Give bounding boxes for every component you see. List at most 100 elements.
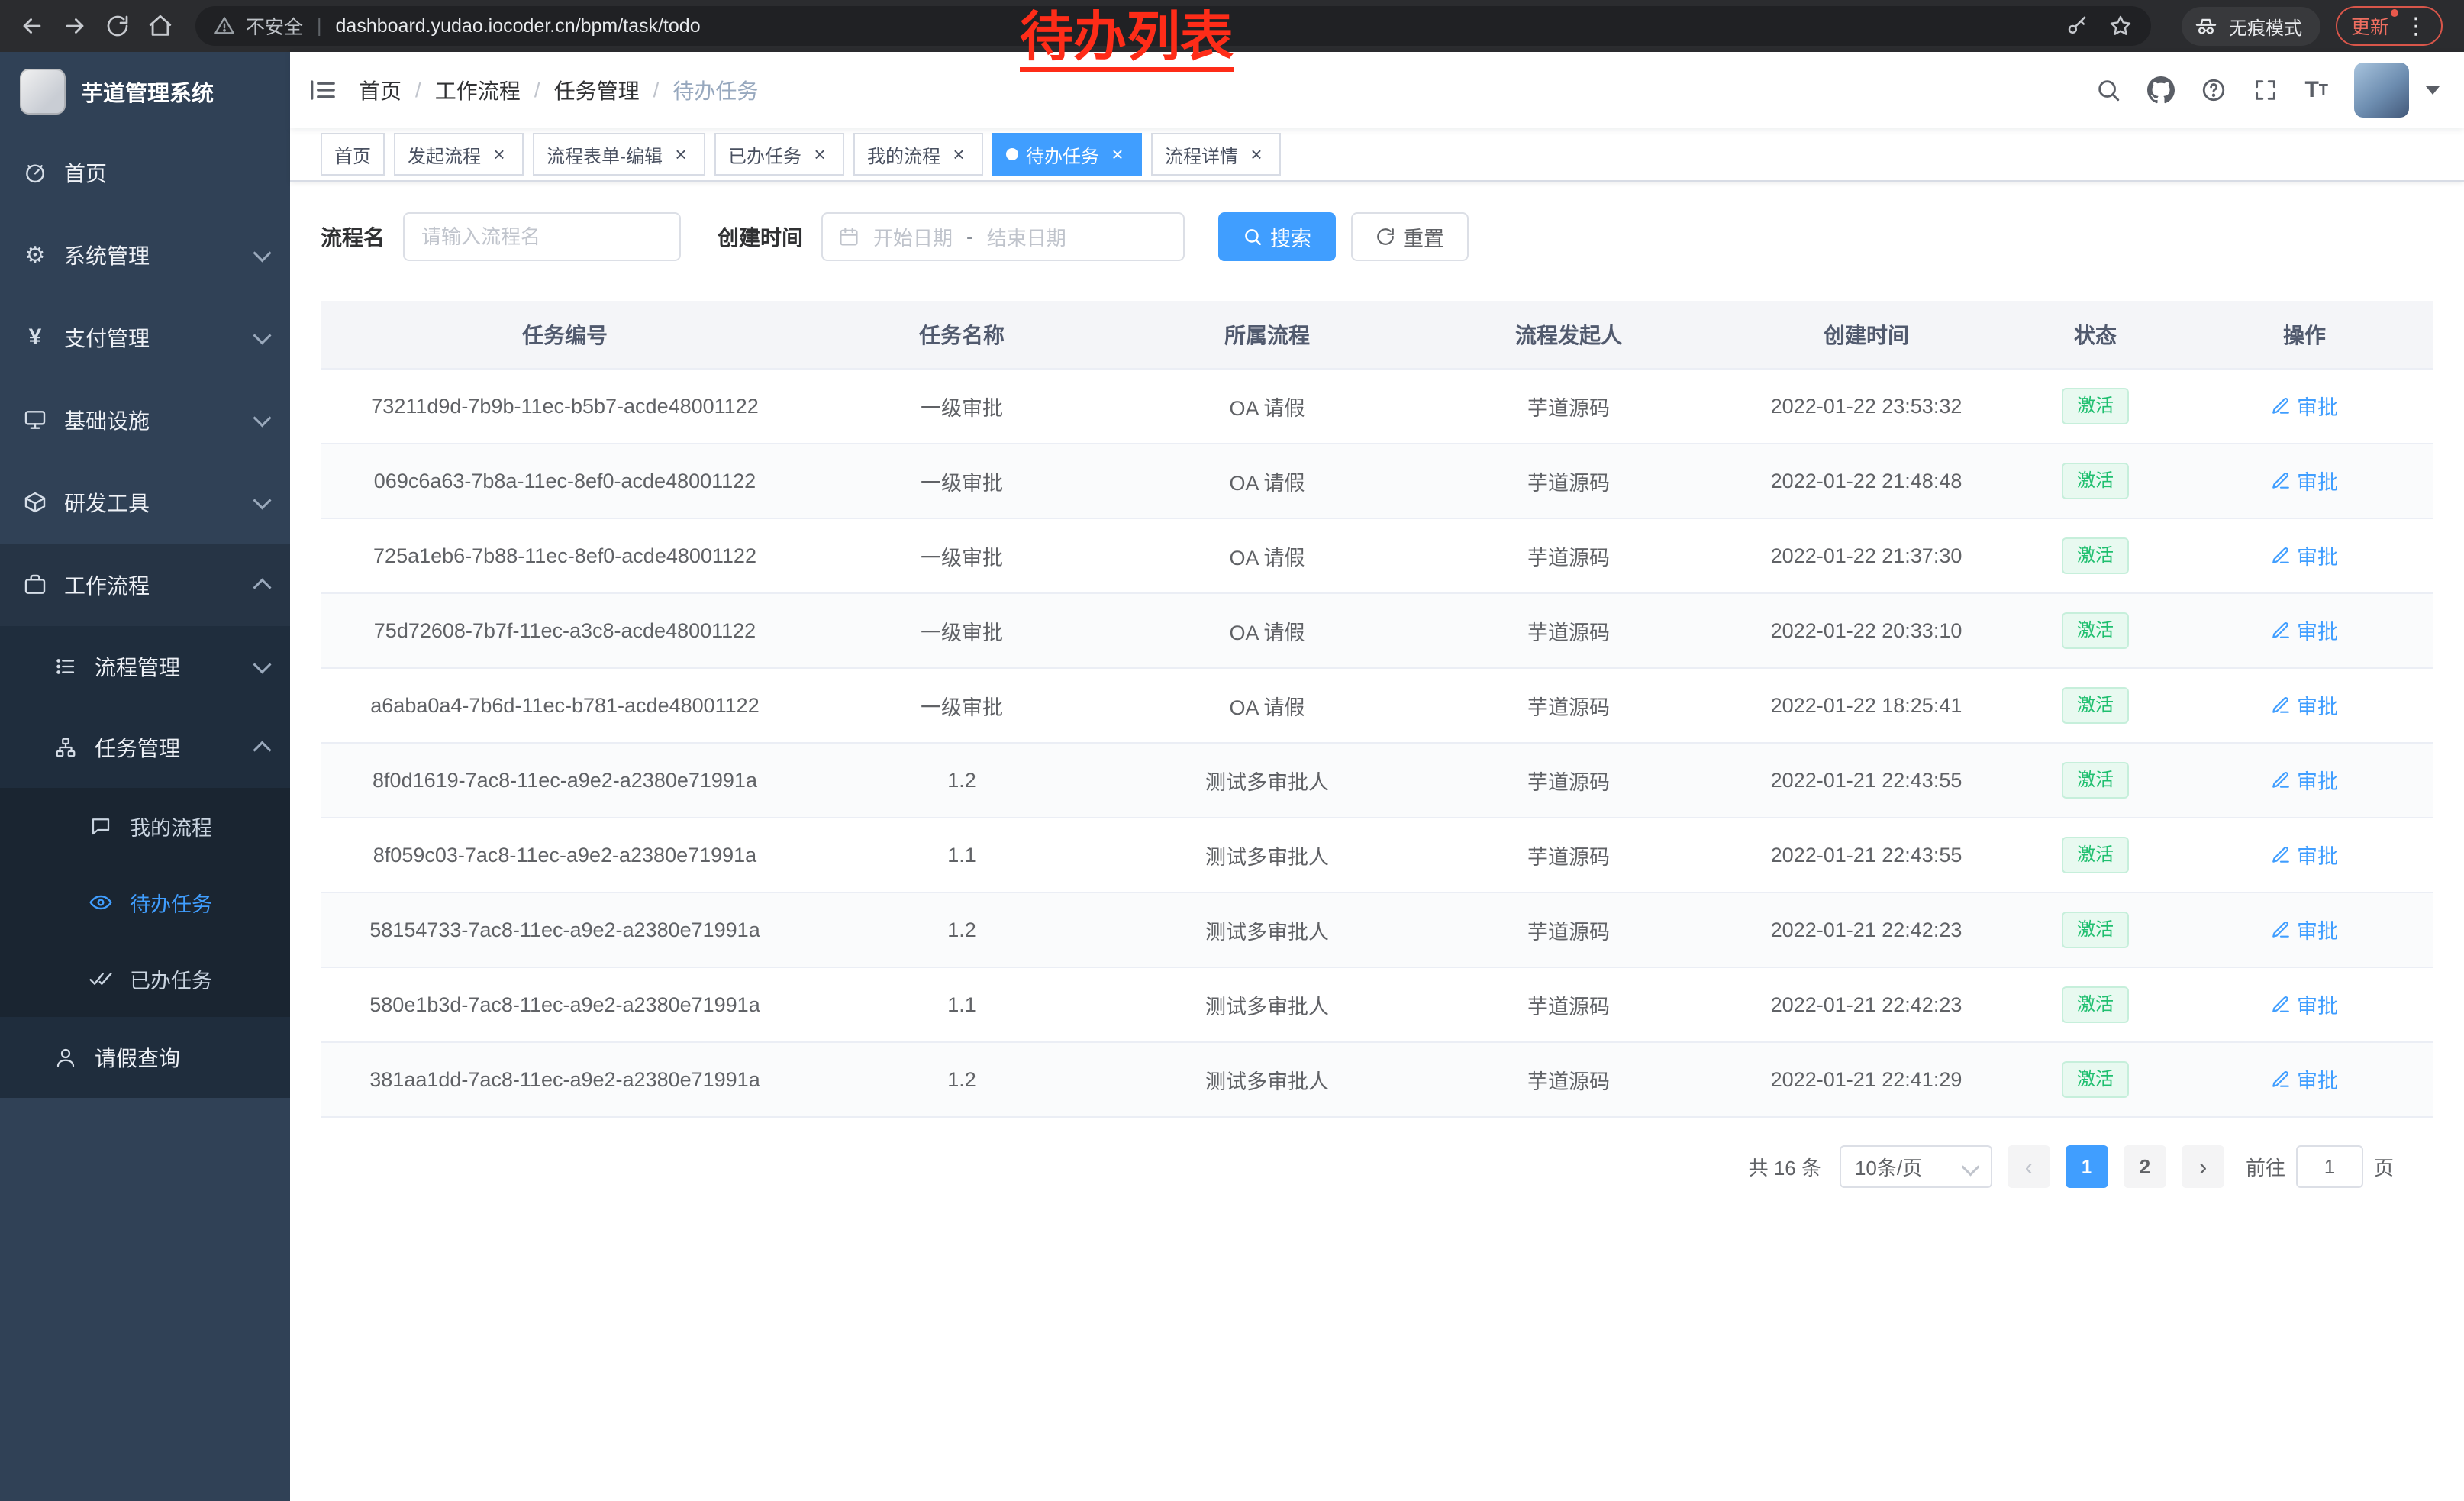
refresh-icon[interactable] [98, 6, 137, 46]
sidebar-item-system[interactable]: ⚙ 系统管理 [0, 214, 290, 296]
breadcrumb-item-home[interactable]: 首页 [359, 75, 402, 105]
process-name-label: 流程名 [321, 221, 385, 252]
sidebar-item-leave-query[interactable]: 请假查询 [0, 1017, 290, 1098]
tab-form-edit[interactable]: 流程表单-编辑 × [533, 133, 705, 176]
forward-icon[interactable] [55, 6, 95, 46]
sidebar-logo[interactable]: 芋道管理系统 [0, 52, 290, 131]
chevron-down-icon [253, 655, 271, 673]
incognito-icon [2194, 14, 2218, 38]
sidebar-item-devtools[interactable]: 研发工具 [0, 461, 290, 544]
close-icon[interactable]: × [948, 144, 969, 165]
cell-created: 2022-01-22 18:25:41 [1717, 668, 2015, 743]
sidebar-item-label: 研发工具 [64, 487, 150, 518]
github-icon[interactable] [2147, 76, 2175, 104]
approve-link[interactable]: 审批 [2271, 989, 2338, 1019]
sidebar-item-process-mgmt[interactable]: 流程管理 [0, 626, 290, 707]
page-button-1[interactable]: 1 [2066, 1145, 2108, 1188]
start-date-placeholder: 开始日期 [873, 223, 953, 251]
search-icon[interactable] [2095, 77, 2121, 103]
cell-created: 2022-01-21 22:41:29 [1717, 1042, 2015, 1117]
cell-status: 激活 [2015, 893, 2175, 967]
end-date-placeholder: 结束日期 [987, 223, 1066, 251]
table-row: 580e1b3d-7ac8-11ec-a9e2-a2380e71991a1.1测… [321, 967, 2433, 1042]
approve-link[interactable]: 审批 [2271, 1064, 2338, 1094]
tab-my-process[interactable]: 我的流程 × [853, 133, 983, 176]
cell-task-id: 8f0d1619-7ac8-11ec-a9e2-a2380e71991a [321, 743, 809, 818]
table-row: 8f0d1619-7ac8-11ec-a9e2-a2380e71991a1.2测… [321, 743, 2433, 818]
sidebar-item-label: 工作流程 [64, 570, 150, 600]
back-icon[interactable] [12, 6, 52, 46]
sidebar-item-task-mgmt[interactable]: 任务管理 [0, 707, 290, 788]
bookmark-star-icon[interactable] [2108, 14, 2133, 38]
cell-status: 激活 [2015, 743, 2175, 818]
update-button[interactable]: 更新 ⋮ [2336, 6, 2443, 46]
approve-link[interactable]: 审批 [2271, 840, 2338, 870]
sidebar-item-infra[interactable]: 基础设施 [0, 379, 290, 461]
tab-todo-tasks[interactable]: 待办任务 × [992, 133, 1142, 176]
close-icon[interactable]: × [670, 144, 692, 165]
page-size-select[interactable]: 10条/页 [1840, 1145, 1992, 1188]
tab-home[interactable]: 首页 [321, 133, 385, 176]
cell-initiator: 芋道源码 [1420, 593, 1717, 668]
toolbox-icon [21, 489, 49, 516]
col-task-id: 任务编号 [321, 301, 809, 369]
col-status: 状态 [2015, 301, 2175, 369]
cell-process: OA 请假 [1114, 668, 1420, 743]
reset-button[interactable]: 重置 [1351, 212, 1469, 261]
font-size-icon[interactable]: TT [2304, 79, 2328, 102]
close-icon[interactable]: × [1246, 144, 1267, 165]
sidebar-item-label: 已办任务 [130, 964, 212, 994]
page-button-2[interactable]: 2 [2124, 1145, 2166, 1188]
caret-down-icon[interactable] [2426, 86, 2440, 95]
approve-link[interactable]: 审批 [2271, 541, 2338, 570]
address-bar[interactable]: 不安全 | dashboard.yudao.iocoder.cn/bpm/tas… [195, 6, 2151, 46]
approve-link[interactable]: 审批 [2271, 466, 2338, 495]
search-button[interactable]: 搜索 [1218, 212, 1336, 261]
next-page-button[interactable]: › [2182, 1145, 2224, 1188]
page-content: 流程名 创建时间 开始日期 - 结束日期 搜索 [290, 182, 2464, 1501]
chrome-right-controls: 无痕模式 更新 ⋮ [2166, 6, 2452, 46]
tab-process-detail[interactable]: 流程详情 × [1151, 133, 1281, 176]
date-range-picker[interactable]: 开始日期 - 结束日期 [821, 212, 1185, 261]
fullscreen-icon[interactable] [2253, 77, 2279, 103]
cell-created: 2022-01-21 22:43:55 [1717, 743, 2015, 818]
table-row: 725a1eb6-7b88-11ec-8ef0-acde48001122一级审批… [321, 518, 2433, 593]
cell-task-id: 381aa1dd-7ac8-11ec-a9e2-a2380e71991a [321, 1042, 809, 1117]
approve-link[interactable]: 审批 [2271, 391, 2338, 421]
cell-action: 审批 [2175, 444, 2433, 518]
close-icon[interactable]: × [809, 144, 830, 165]
task-table-body: 73211d9d-7b9b-11ec-b5b7-acde48001122一级审批… [321, 369, 2433, 1117]
breadcrumb: 首页 / 工作流程 / 任务管理 / 待办任务 [359, 75, 758, 105]
sidebar-item-my-process[interactable]: 我的流程 [0, 788, 290, 864]
sidebar-item-workflow[interactable]: 工作流程 [0, 544, 290, 626]
help-icon[interactable] [2201, 77, 2227, 103]
status-badge: 激活 [2062, 388, 2129, 424]
sidebar-item-todo-tasks[interactable]: 待办任务 [0, 864, 290, 941]
goto-label: 前往 [2246, 1153, 2285, 1181]
prev-page-button[interactable]: ‹ [2008, 1145, 2050, 1188]
goto-page-input[interactable] [2296, 1145, 2363, 1188]
home-icon[interactable] [140, 6, 180, 46]
sidebar-item-payment[interactable]: ¥ 支付管理 [0, 296, 290, 379]
close-icon[interactable]: × [489, 144, 510, 165]
chevron-up-icon [253, 578, 271, 596]
close-icon[interactable]: × [1107, 144, 1128, 165]
process-name-input[interactable] [403, 212, 681, 261]
approve-link[interactable]: 审批 [2271, 690, 2338, 720]
sidebar-item-home[interactable]: 首页 [0, 131, 290, 214]
table-row: 069c6a63-7b8a-11ec-8ef0-acde48001122一级审批… [321, 444, 2433, 518]
edit-icon [2271, 621, 2291, 641]
approve-link[interactable]: 审批 [2271, 765, 2338, 795]
key-icon[interactable] [2066, 15, 2088, 37]
cell-created: 2022-01-22 21:37:30 [1717, 518, 2015, 593]
sidebar-item-done-tasks[interactable]: 已办任务 [0, 941, 290, 1017]
tab-done-tasks[interactable]: 已办任务 × [714, 133, 844, 176]
avatar[interactable] [2354, 63, 2409, 118]
hamburger-icon[interactable] [290, 76, 359, 105]
tab-start-process[interactable]: 发起流程 × [394, 133, 524, 176]
url-separator: | [317, 15, 322, 37]
status-badge: 激活 [2062, 986, 2129, 1023]
menu-dots-icon[interactable]: ⋮ [2401, 13, 2427, 40]
approve-link[interactable]: 审批 [2271, 615, 2338, 645]
approve-link[interactable]: 审批 [2271, 915, 2338, 944]
